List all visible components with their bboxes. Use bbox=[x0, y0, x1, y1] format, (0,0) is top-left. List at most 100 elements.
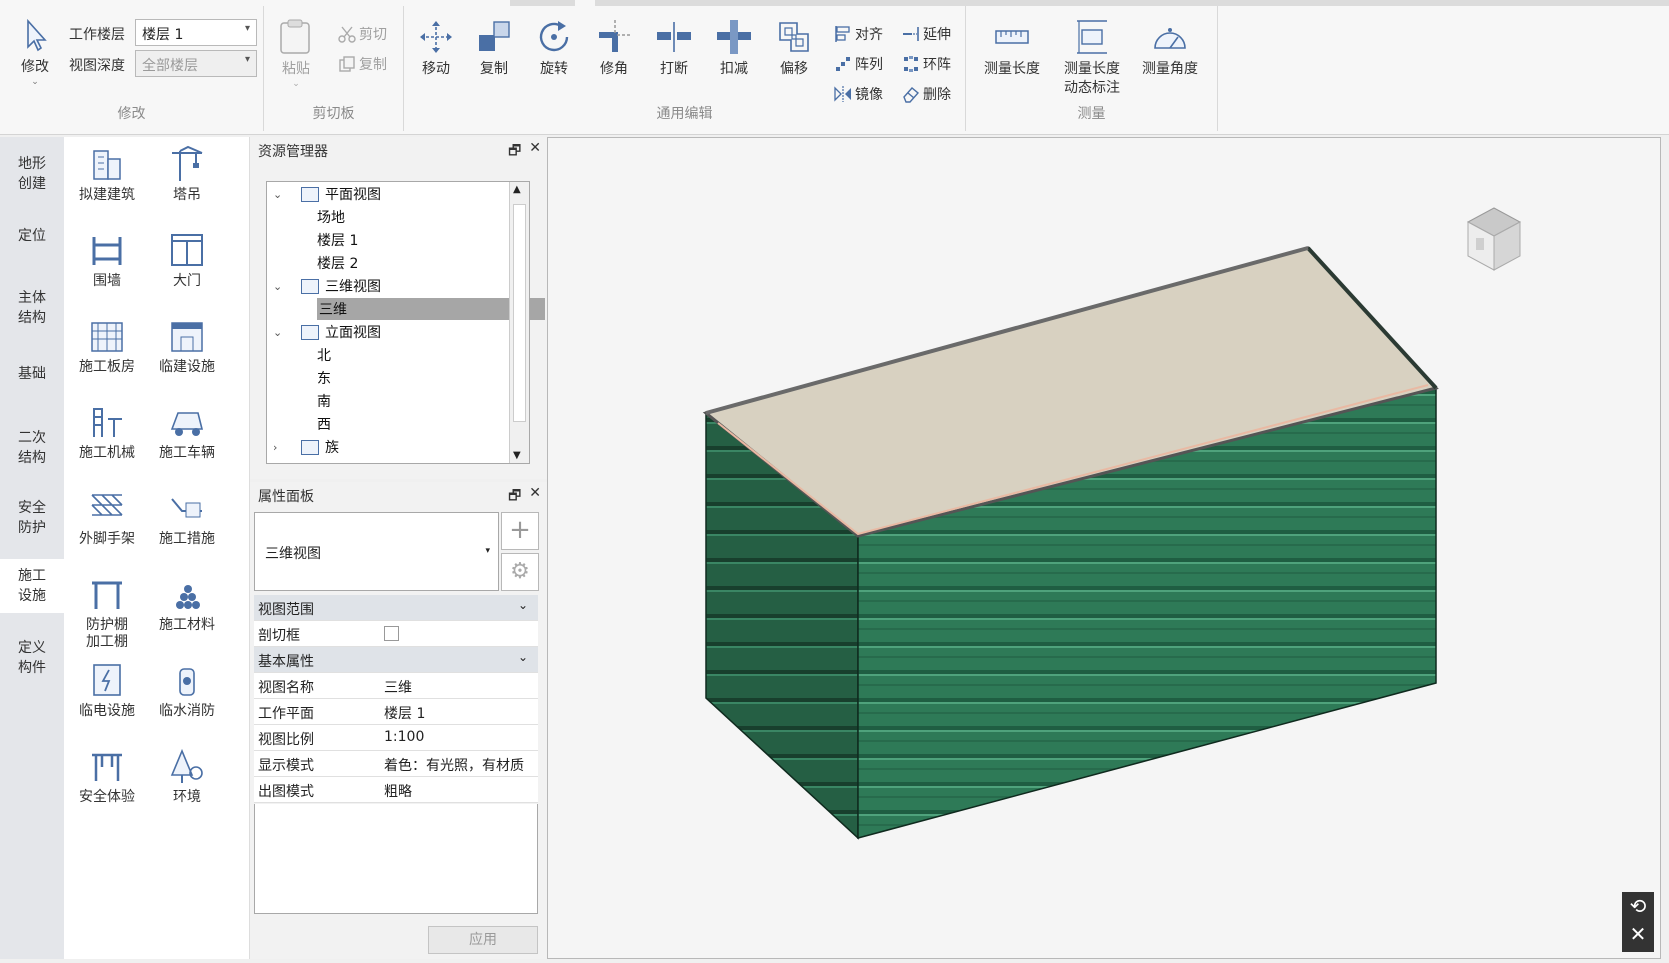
view-depth-select[interactable]: 全部楼层 ▾ bbox=[135, 50, 257, 77]
array-icon bbox=[836, 57, 850, 71]
palette-item-1[interactable]: 塔吊 bbox=[144, 145, 230, 204]
view-folder-icon bbox=[301, 278, 319, 294]
palette-item-11[interactable]: 施工材料 bbox=[144, 575, 230, 634]
delete-button[interactable]: 删除 bbox=[902, 84, 951, 104]
expand-toggle-icon[interactable]: ⌄ bbox=[273, 326, 291, 339]
crop-checkbox[interactable] bbox=[384, 626, 399, 641]
electric-icon bbox=[93, 664, 121, 696]
trim-button[interactable]: 修角 bbox=[595, 18, 633, 79]
view-cube-icon[interactable] bbox=[1466, 207, 1522, 271]
deduct-button[interactable]: 扣减 bbox=[715, 18, 753, 79]
tree-folder[interactable]: ⌄ 三维视图 bbox=[267, 275, 507, 297]
expand-toggle-icon[interactable]: › bbox=[273, 441, 291, 454]
rotate-button[interactable]: 旋转 bbox=[535, 18, 573, 79]
expand-toggle-icon[interactable]: ⌄ bbox=[273, 188, 291, 201]
mirror-icon bbox=[834, 86, 851, 102]
prop-row[interactable]: 出图模式 粗略 bbox=[254, 777, 538, 803]
category-tabs: 地形 创建定位主体 结构基础二次 结构安全 防护施工 设施定义 构件 bbox=[0, 137, 64, 959]
component-palette: 拟建建筑 塔吊围墙 大门施工板房 临建设施施工机械 施工车辆外脚手架 施工措施防护棚 加工棚… bbox=[64, 137, 250, 959]
section-basic-props[interactable]: 基本属性 ⌄ bbox=[254, 647, 538, 673]
category-tab-1[interactable]: 定位 bbox=[0, 219, 64, 253]
tree-folder[interactable]: ⌄ 平面视图 bbox=[267, 183, 507, 205]
category-tab-7[interactable]: 定义 构件 bbox=[0, 631, 64, 685]
category-tab-2[interactable]: 主体 结构 bbox=[0, 281, 64, 335]
tree-scrollbar[interactable]: ▲ ▼ bbox=[509, 182, 529, 463]
copy-clip-button[interactable]: 复制 bbox=[338, 54, 387, 74]
protractor-icon bbox=[1154, 28, 1186, 49]
trim-icon bbox=[599, 20, 630, 52]
tree-item[interactable]: 楼层 1 bbox=[267, 229, 507, 251]
array-button[interactable]: 阵列 bbox=[834, 54, 883, 74]
break-button[interactable]: 打断 bbox=[655, 18, 693, 79]
building-model[interactable] bbox=[548, 138, 1660, 958]
tree-item[interactable]: 西 bbox=[267, 413, 507, 435]
palette-item-4[interactable]: 施工板房 bbox=[64, 317, 150, 376]
paste-button[interactable]: 粘贴 ⌄ bbox=[278, 18, 314, 89]
3d-viewport[interactable]: ⟲ ✕ bbox=[547, 137, 1661, 959]
category-tab-3[interactable]: 基础 bbox=[0, 357, 64, 391]
ring-array-button[interactable]: 环阵 bbox=[902, 54, 951, 74]
palette-item-13[interactable]: 临水消防 bbox=[144, 661, 230, 720]
tree-item[interactable]: 场地 bbox=[267, 206, 507, 228]
add-icon[interactable]: + bbox=[501, 512, 539, 550]
expand-toggle-icon[interactable]: ⌄ bbox=[273, 280, 291, 293]
tree-item[interactable]: 北 bbox=[267, 344, 507, 366]
apply-button[interactable]: 应用 bbox=[428, 926, 538, 954]
modify-button[interactable]: 修改 ⌄ bbox=[20, 18, 50, 87]
palette-item-2[interactable]: 围墙 bbox=[64, 231, 150, 290]
copy-icon bbox=[339, 56, 355, 72]
palette-item-14[interactable]: 安全体验 bbox=[64, 747, 150, 806]
palette-item-7[interactable]: 施工车辆 bbox=[144, 403, 230, 462]
measure-dynamic-button[interactable]: 测量长度 动态标注 bbox=[1064, 18, 1120, 98]
close-view-icon[interactable]: ✕ bbox=[1622, 920, 1654, 948]
category-tab-5[interactable]: 安全 防护 bbox=[0, 491, 64, 545]
prop-row[interactable]: 工作平面 楼层 1 bbox=[254, 699, 538, 725]
measure-angle-button[interactable]: 测量角度 bbox=[1142, 18, 1198, 79]
view-type-selector[interactable]: 三维视图 ▾ bbox=[254, 512, 499, 591]
palette-item-0[interactable]: 拟建建筑 bbox=[64, 145, 150, 204]
gear-icon[interactable]: ⚙ bbox=[501, 553, 539, 591]
close-icon[interactable]: ✕ bbox=[529, 485, 541, 509]
align-button[interactable]: 对齐 bbox=[834, 24, 883, 44]
tree-folder[interactable]: › 族 bbox=[267, 436, 507, 458]
measure-length-button[interactable]: 测量长度 bbox=[984, 18, 1040, 79]
restore-icon[interactable]: 🗗 bbox=[508, 140, 521, 164]
offset-button[interactable]: 偏移 bbox=[775, 18, 813, 79]
prop-row[interactable]: 显示模式 着色：有光照，有材质 bbox=[254, 751, 538, 777]
palette-item-12[interactable]: 临电设施 bbox=[64, 661, 150, 720]
palette-item-8[interactable]: 外脚手架 bbox=[64, 489, 150, 548]
reset-view-icon[interactable]: ⟲ bbox=[1622, 892, 1654, 920]
chevron-down-icon: ⌄ bbox=[517, 598, 528, 612]
section-view-range[interactable]: 视图范围 ⌄ bbox=[254, 595, 538, 621]
tree-item[interactable]: 南 bbox=[267, 390, 507, 412]
copy-button[interactable]: 复制 bbox=[475, 18, 513, 79]
view-folder-icon bbox=[301, 186, 319, 202]
resource-tree[interactable]: ⌄ 平面视图 场地 楼层 1 楼层 2 ⌄ 三维视图 三维 ⌄ 立面视图北东南西 › 族 ▲ ▼ bbox=[266, 181, 545, 464]
tree-item[interactable]: 楼层 2 bbox=[267, 252, 507, 274]
palette-item-9[interactable]: 施工措施 bbox=[144, 489, 230, 548]
category-tab-6[interactable]: 施工 设施 bbox=[0, 559, 64, 613]
prop-row[interactable]: 视图比例 1:100 bbox=[254, 725, 538, 751]
category-tab-4[interactable]: 二次 结构 bbox=[0, 421, 64, 475]
hydrant-icon bbox=[179, 668, 195, 696]
restore-icon[interactable]: 🗗 bbox=[508, 485, 521, 509]
palette-item-3[interactable]: 大门 bbox=[144, 231, 230, 290]
scroll-thumb[interactable] bbox=[513, 204, 526, 422]
palette-item-5[interactable]: 临建设施 bbox=[144, 317, 230, 376]
palette-item-15[interactable]: 环境 bbox=[144, 747, 230, 806]
palette-item-10[interactable]: 防护棚 加工棚 bbox=[64, 575, 150, 651]
tree-folder[interactable]: ⌄ 立面视图 bbox=[267, 321, 507, 343]
scroll-up-icon[interactable]: ▲ bbox=[513, 184, 521, 195]
cut-button[interactable]: 剪切 bbox=[338, 24, 387, 44]
mirror-button[interactable]: 镜像 bbox=[834, 84, 883, 104]
align-icon bbox=[835, 26, 850, 42]
palette-item-6[interactable]: 施工机械 bbox=[64, 403, 150, 462]
scroll-down-icon[interactable]: ▼ bbox=[513, 450, 521, 461]
move-button[interactable]: 移动 bbox=[418, 18, 454, 79]
category-tab-0[interactable]: 地形 创建 bbox=[0, 147, 64, 201]
tree-item[interactable]: 东 bbox=[267, 367, 507, 389]
prop-row[interactable]: 视图名称 三维 bbox=[254, 673, 538, 699]
close-icon[interactable]: ✕ bbox=[529, 140, 541, 164]
work-floor-select[interactable]: 楼层 1 ▾ bbox=[135, 19, 257, 46]
extend-button[interactable]: 延伸 bbox=[902, 24, 951, 44]
